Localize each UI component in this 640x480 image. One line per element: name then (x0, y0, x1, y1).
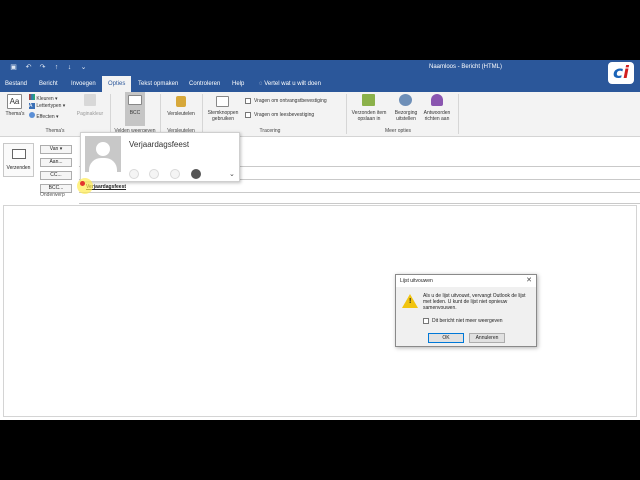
dialog-message: Als u de lijst uitvouwt, vervangt Outloo… (423, 293, 526, 311)
chat-icon[interactable] (129, 169, 139, 179)
subject-label: Onderwerp (40, 192, 65, 198)
effects-label: Effecten (36, 114, 55, 120)
contact-card: Verjaardagsfeest ⌄ (80, 132, 240, 182)
from-label: Van (49, 146, 59, 152)
themes-group-label: Thema's (45, 128, 65, 134)
themes-label: Thema's (5, 111, 25, 117)
undo-icon[interactable]: ↶ (24, 63, 33, 72)
lock-icon (176, 96, 186, 107)
effects-button[interactable]: Effecten ▾ (29, 112, 59, 120)
voting-label: Stemknoppen gebruiken (207, 110, 239, 122)
group-separator (458, 94, 459, 134)
close-icon[interactable]: ✕ (526, 275, 532, 287)
save-sent-label: Verzonden item opslaan in (351, 110, 387, 122)
tell-me-label: Vertel wat u wilt doen (264, 81, 321, 87)
chevron-down-icon[interactable]: ⌄ (229, 170, 235, 178)
effects-icon (29, 112, 35, 118)
page-color-label: Paginakleur (76, 111, 104, 117)
voting-icon (216, 96, 229, 107)
dont-show-checkbox[interactable] (423, 318, 429, 324)
bcc-toggle-button[interactable]: BCC (125, 92, 145, 126)
bcc-label: BCC (129, 110, 141, 116)
ribbon: Aa Thema's Kleuren ▾ A Lettertypen ▾ Eff… (0, 92, 640, 137)
tab-help[interactable]: Help (232, 76, 244, 92)
themes-icon: Aa (7, 94, 22, 109)
group-separator (202, 94, 203, 134)
send-label: Verzenden (6, 165, 31, 171)
customize-icon[interactable]: ⌄ (79, 63, 88, 72)
redo-icon[interactable]: ↷ (38, 63, 47, 72)
cancel-button[interactable]: Annuleren (469, 333, 505, 343)
request-delivery-checkbox[interactable] (245, 98, 251, 104)
themes-button[interactable]: Aa Thema's (3, 94, 27, 124)
tab-bericht[interactable]: Bericht (39, 76, 58, 92)
message-body[interactable] (3, 205, 637, 417)
group-separator (346, 94, 347, 134)
fonts-label: Lettertypen (36, 103, 62, 109)
clock-icon (399, 94, 412, 106)
request-delivery-label: Vragen om ontvangstbevestiging (254, 98, 327, 104)
request-read-checkbox[interactable] (245, 112, 251, 118)
tab-invoegen[interactable]: Invoegen (71, 76, 96, 92)
request-read-label: Vragen om leesbevestiging (254, 112, 315, 118)
tab-tekst-opmaken[interactable]: Tekst opmaken (138, 76, 178, 92)
colors-button[interactable]: Kleuren ▾ (29, 94, 58, 102)
warning-mark: ! (409, 298, 412, 305)
colors-icon (29, 94, 35, 100)
ok-button[interactable]: OK (428, 333, 464, 343)
delay-delivery-label: Bezorging uitstellen (394, 110, 418, 122)
subject-field[interactable] (79, 203, 640, 204)
bcc-icon (128, 95, 142, 105)
ribbon-tabs: Bestand Bericht Invoegen Opties Tekst op… (0, 76, 640, 92)
envelope-icon (12, 149, 26, 159)
tab-bestand[interactable]: Bestand (5, 76, 27, 92)
tracking-group-label: Tracering (259, 128, 281, 134)
dont-show-label: Dit bericht niet meer weergeven (432, 318, 503, 324)
expand-list-dialog: Lijst uitvouwen ✕ ! Als u de lijst uitvo… (395, 274, 537, 347)
tab-opties[interactable]: Opties (102, 76, 132, 92)
tab-controleren[interactable]: Controleren (189, 76, 220, 92)
brand-logo: ci (608, 62, 634, 84)
title-bar: ▣ ↶ ↷ ↑ ↓ ⌄ Naamloos - Bericht (HTML) (0, 60, 640, 76)
mail-icon[interactable] (191, 169, 201, 179)
direct-replies-label: Antwoorden richten aan (423, 110, 451, 122)
people-icon (431, 94, 443, 106)
save-icon[interactable]: ▣ (9, 63, 18, 72)
to-button[interactable]: Aan... (40, 158, 72, 167)
window-title: Naamloos - Bericht (HTML) (429, 64, 503, 70)
up-icon[interactable]: ↑ (52, 63, 61, 72)
encrypt-label: Versleutelen (167, 111, 195, 117)
bcc-field-line[interactable] (79, 192, 640, 193)
contact-avatar (85, 136, 121, 172)
more-options-group-label: Meer opties (384, 128, 412, 134)
send-button[interactable]: Verzenden (3, 143, 34, 177)
dialog-title: Lijst uitvouwen (396, 275, 536, 287)
save-sent-icon (362, 94, 375, 106)
outlook-window: ▣ ↶ ↷ ↑ ↓ ⌄ Naamloos - Bericht (HTML) ci… (0, 60, 640, 420)
call-icon[interactable] (149, 169, 159, 179)
colors-label: Kleuren (36, 96, 54, 102)
tell-me-search[interactable]: ◌ Vertel wat u wilt doen (259, 76, 321, 92)
fonts-button[interactable]: A Lettertypen ▾ (29, 103, 65, 109)
from-button[interactable]: Van ▾ (40, 145, 72, 154)
fonts-icon: A (29, 103, 35, 109)
video-icon[interactable] (170, 169, 180, 179)
down-icon[interactable]: ↓ (65, 63, 74, 72)
cc-button[interactable]: CC... (40, 171, 72, 180)
lightbulb-icon: ◌ (259, 81, 263, 87)
contact-name: Verjaardagsfeest (129, 140, 190, 149)
mouse-cursor-highlight (77, 178, 93, 194)
paint-bucket-icon (84, 94, 96, 106)
